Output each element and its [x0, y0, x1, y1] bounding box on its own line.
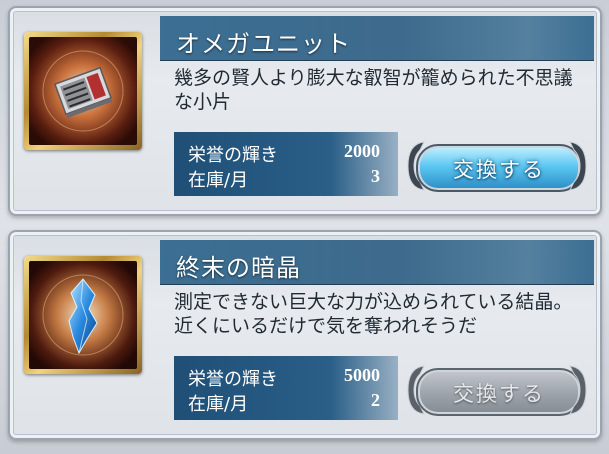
exchange-button-label: 交換する [453, 382, 545, 406]
item-icon-frame [24, 256, 142, 374]
item-icon-frame [24, 32, 142, 150]
cost-value: 5000 [344, 365, 380, 385]
item-title-bar: 終末の暗晶 [160, 240, 594, 285]
button-ornament-right-icon [569, 141, 587, 191]
item-stats-panel: 栄誉の輝き 5000 在庫/月 2 [174, 356, 398, 420]
exchange-list: オメガユニット 幾多の賢人より膨大な叡智が籠められた不思議な小片 栄誉の輝き 2… [0, 0, 609, 454]
exchange-item-card: 終末の暗晶 測定できない巨大な力が込められている結晶。近くにいるだけで気を奪われ… [8, 230, 602, 440]
item-description: 幾多の賢人より膨大な叡智が籠められた不思議な小片 [174, 67, 573, 113]
cost-label: 栄誉の輝き [188, 145, 278, 166]
item-title-bar: オメガユニット [160, 16, 594, 61]
cost-value: 2000 [344, 141, 380, 161]
item-stats-panel: 栄誉の輝き 2000 在庫/月 3 [174, 132, 398, 196]
cost-label: 栄誉の輝き [188, 369, 278, 390]
exchange-button-label: 交換する [453, 158, 545, 182]
stock-label: 在庫/月 [188, 170, 249, 191]
stock-label: 在庫/月 [188, 394, 249, 415]
omega-unit-icon [29, 37, 137, 145]
exchange-item-card: オメガユニット 幾多の賢人より膨大な叡智が籠められた不思議な小片 栄誉の輝き 2… [8, 6, 602, 216]
item-description: 測定できない巨大な力が込められている結晶。近くにいるだけで気を奪われそうだ [174, 291, 573, 337]
button-ornament-right-icon [569, 365, 587, 415]
exchange-button[interactable]: 交換する [404, 138, 590, 194]
exchange-button-disabled[interactable]: 交換する [404, 362, 590, 418]
item-name: 終末の暗晶 [176, 254, 301, 282]
item-name: オメガユニット [176, 30, 351, 58]
dark-crystal-icon [29, 261, 137, 369]
stock-value: 3 [371, 166, 380, 186]
stock-value: 2 [371, 390, 380, 410]
